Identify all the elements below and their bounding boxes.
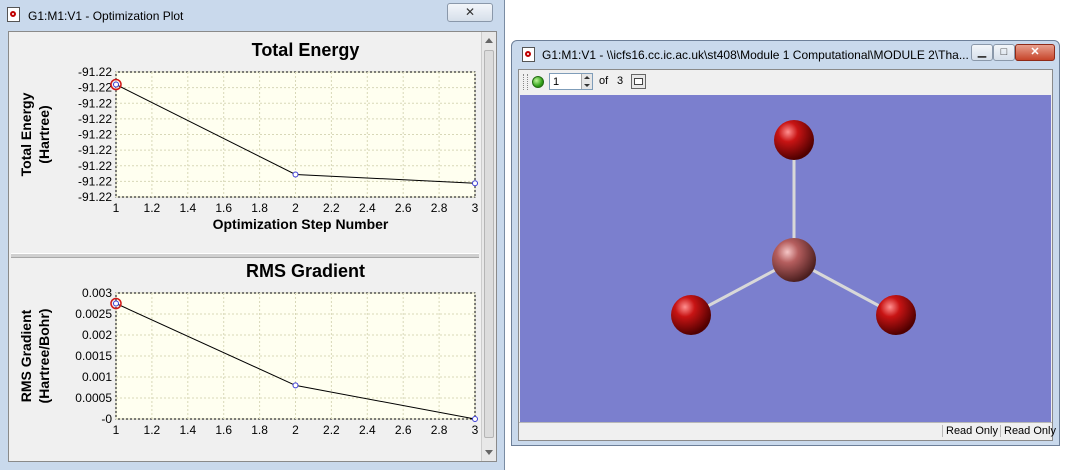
close-button[interactable]: ✕ [447,3,493,22]
y-tick-label: -91.22 [78,112,112,126]
vertical-scrollbar[interactable] [481,32,496,461]
data-point [472,416,478,422]
play-animation-icon[interactable] [532,76,544,88]
x-tick-label: 2.4 [359,201,376,215]
y-tick-label: -91.22 [78,190,112,204]
scroll-down-icon[interactable] [485,450,493,455]
x-tick-label: 3 [472,423,479,437]
x-tick-label: 1.6 [215,201,232,215]
y-tick-label: -91.22 [78,81,112,95]
data-point [113,300,119,307]
x-tick-label: 2.4 [359,423,376,437]
x-tick-label: 2.6 [395,423,412,437]
molecule-view [671,120,916,335]
x-tick-label: 2 [292,201,299,215]
x-tick-label: 1.4 [179,201,196,215]
y-tick-label: 0.002 [82,328,112,342]
plot-panel: 1 1.2 1.4 1.6 1.8 2 2.2 2.4 2.6 2.8 3 -91.22 -91.22-… [8,31,497,462]
y-tick-label: -91.22 [78,128,112,142]
of-label: of [599,75,609,87]
x-tick-label: 1.6 [215,423,232,437]
y-tick-label: 0.0015 [75,349,112,363]
y-axis-label: Total Energy [18,92,34,176]
x-tick-label: 3 [472,201,479,215]
y-tick-label: 0.001 [82,370,112,384]
y-tick-label: -0 [101,412,112,426]
read-only-status-left: Read Only [942,425,1001,437]
y-tick-label: -91.22 [78,65,112,79]
chart-title: RMS Gradient [246,261,365,281]
y-axis-label: RMS Gradient [18,309,34,402]
outer-atom-top[interactable] [774,120,814,160]
viewer-body: of 3 [518,69,1056,441]
x-tick-label: 2.8 [431,423,448,437]
data-point [472,180,478,187]
rms-gradient-plot[interactable]: 1 1.2 1.4 1.6 1.8 2 2.2 2.4 2.6 2.8 3 0.003 0.0025 0.… [9,257,482,461]
y-tick-label: -91.22 [78,174,112,188]
plot-window-title: G1:M1:V1 - Optimization Plot [28,9,184,23]
y-axis-label: (Hartree) [36,105,52,163]
gaussview-app-icon [522,47,535,62]
x-tick-label: 1.2 [144,423,161,437]
chart-title: Total Energy [252,40,360,60]
y-tick-label: 0.0025 [75,307,112,321]
status-bar: Read Only Read Only [519,422,1056,440]
rms-gradient-chart: 1 1.2 1.4 1.6 1.8 2 2.2 2.4 2.6 2.8 3 0.003 0.0025 0.… [9,257,482,461]
animation-toolbar: of 3 [519,70,1052,94]
minimize-button[interactable]: ▁ [971,44,993,61]
x-axis-label: Optimization Step Number [213,216,389,232]
outer-atom-left[interactable] [671,295,711,335]
y-tick-label: -91.22 [78,96,112,110]
scroll-up-icon[interactable] [485,38,493,43]
read-only-status-right: Read Only [1000,425,1059,437]
frame-spinner-icon[interactable] [581,74,592,89]
movie-icon[interactable] [631,74,646,89]
toolbar-grip-icon[interactable] [523,74,528,90]
x-tick-label: 1.8 [251,423,268,437]
y-axis-label: (Hartree/Bohr) [36,309,52,404]
x-tick-label: 2.2 [323,201,340,215]
data-point [113,81,119,88]
x-tick-label: 1 [113,423,120,437]
viewer-window-title: G1:M1:V1 - \\icfs16.cc.ic.ac.uk\st408\Mo… [542,48,969,62]
y-tick-label: -91.22 [78,143,112,157]
y-tick-label: 0.0005 [75,391,112,405]
x-tick-label: 2.8 [431,201,448,215]
central-atom[interactable] [772,238,816,282]
x-tick-label: 2 [292,423,299,437]
x-tick-label: 2.2 [323,423,340,437]
total-energy-chart: 1 1.2 1.4 1.6 1.8 2 2.2 2.4 2.6 2.8 3 -91.22 -91.22-… [9,32,482,253]
outer-atom-right[interactable] [876,295,916,335]
y-tick-label: 0.003 [82,286,112,300]
plot-window-titlebar[interactable]: G1:M1:V1 - Optimization Plot ✕ [0,0,504,30]
gaussview-app-icon [7,7,20,22]
maximize-button[interactable]: □ [993,44,1015,61]
close-button[interactable]: ✕ [1015,44,1055,61]
x-tick-label: 1 [113,201,120,215]
molecule-viewport[interactable] [520,95,1051,423]
data-point [292,171,299,178]
total-energy-plot[interactable]: 1 1.2 1.4 1.6 1.8 2 2.2 2.4 2.6 2.8 3-91.22-91.22-… [9,32,482,253]
total-frames: 3 [617,75,624,87]
scroll-thumb[interactable] [484,50,494,438]
y-tick-label: -91.22 [78,159,112,173]
x-tick-label: 1.4 [179,423,196,437]
data-point [292,382,299,389]
x-tick-label: 1.2 [144,201,161,215]
molecule-viewer-window: G1:M1:V1 - \\icfs16.cc.ic.ac.uk\st408\Mo… [511,40,1060,446]
viewer-window-titlebar[interactable]: G1:M1:V1 - \\icfs16.cc.ic.ac.uk\st408\Mo… [512,41,1059,69]
x-tick-label: 1.8 [251,201,268,215]
optimization-plot-window: G1:M1:V1 - Optimization Plot ✕ 1 1.2 1.4 1.… [0,0,505,470]
x-tick-label: 2.6 [395,201,412,215]
